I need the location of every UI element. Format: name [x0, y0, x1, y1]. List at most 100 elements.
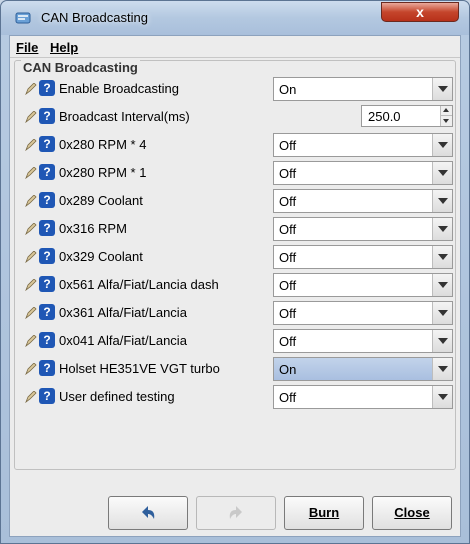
0x280-rpm-1-combo[interactable]: Off	[273, 161, 453, 185]
0x329-coolant-combo[interactable]: Off	[273, 245, 453, 269]
pencil-icon[interactable]	[25, 279, 37, 291]
redo-icon	[229, 506, 242, 519]
setting-row-0x561-dash: ? 0x561 Alfa/Fiat/Lancia dash Off	[15, 271, 455, 299]
help-icon[interactable]: ?	[39, 164, 55, 180]
chevron-down-icon[interactable]	[432, 162, 452, 184]
combo-value: Off	[279, 306, 297, 321]
panel-title: CAN Broadcasting	[21, 60, 140, 75]
combo-value: Off	[279, 222, 297, 237]
close-button[interactable]: Close	[372, 496, 452, 530]
redo-button[interactable]	[196, 496, 276, 530]
spinner-up-icon[interactable]	[440, 106, 452, 116]
pencil-icon[interactable]	[25, 251, 37, 263]
pencil-icon[interactable]	[25, 391, 37, 403]
pencil-icon[interactable]	[25, 363, 37, 375]
setting-row-0x289-coolant: ? 0x289 Coolant Off	[15, 187, 455, 215]
pencil-icon[interactable]	[25, 307, 37, 319]
0x561-dash-combo[interactable]: Off	[273, 273, 453, 297]
chevron-down-icon[interactable]	[432, 218, 452, 240]
combo-value: Off	[279, 250, 297, 265]
setting-label: 0x280 RPM * 4	[59, 137, 147, 152]
undo-button[interactable]	[108, 496, 188, 530]
setting-label: 0x041 Alfa/Fiat/Lancia	[59, 333, 187, 348]
setting-label: Holset HE351VE VGT turbo	[59, 361, 220, 376]
setting-row-enable-broadcasting: ? Enable Broadcasting On	[15, 75, 455, 103]
help-icon[interactable]: ?	[39, 276, 55, 292]
can-broadcasting-panel: CAN Broadcasting ? Enable Broadcasting O…	[14, 60, 456, 470]
setting-row-0x280-rpm-4: ? 0x280 RPM * 4 Off	[15, 131, 455, 159]
combo-value: Off	[279, 194, 297, 209]
burn-button[interactable]: Burn	[284, 496, 364, 530]
button-bar: Burn Close	[10, 476, 460, 536]
spinner-down-icon[interactable]	[440, 116, 452, 126]
0x041-combo[interactable]: Off	[273, 329, 453, 353]
pencil-icon[interactable]	[25, 83, 37, 95]
setting-label: Broadcast Interval(ms)	[59, 109, 190, 124]
chevron-down-icon[interactable]	[432, 190, 452, 212]
pencil-icon[interactable]	[25, 195, 37, 207]
setting-label: 0x289 Coolant	[59, 193, 143, 208]
user-defined-testing-combo[interactable]: Off	[273, 385, 453, 409]
combo-value: Off	[279, 138, 297, 153]
can-broadcasting-window: CAN Broadcasting x File Help CAN Broadca…	[0, 0, 470, 544]
setting-label: 0x361 Alfa/Fiat/Lancia	[59, 305, 187, 320]
setting-label: 0x561 Alfa/Fiat/Lancia dash	[59, 277, 219, 292]
chevron-down-icon[interactable]	[432, 134, 452, 156]
pencil-icon[interactable]	[25, 167, 37, 179]
0x316-rpm-combo[interactable]: Off	[273, 217, 453, 241]
spinner-value[interactable]: 250.0	[368, 109, 401, 124]
chevron-down-icon[interactable]	[432, 302, 452, 324]
pencil-icon[interactable]	[25, 335, 37, 347]
window-client-area: File Help CAN Broadcasting ? Enable Broa…	[9, 35, 461, 537]
combo-value: Off	[279, 278, 297, 293]
setting-label: User defined testing	[59, 389, 175, 404]
help-icon[interactable]: ?	[39, 248, 55, 264]
setting-label: 0x280 RPM * 1	[59, 165, 147, 180]
broadcast-interval-spinner[interactable]: 250.0	[361, 105, 453, 127]
help-icon[interactable]: ?	[39, 192, 55, 208]
combo-value: On	[279, 82, 297, 97]
help-icon[interactable]: ?	[39, 388, 55, 404]
combo-value: Off	[279, 390, 297, 405]
setting-row-0x041: ? 0x041 Alfa/Fiat/Lancia Off	[15, 327, 455, 355]
setting-label: 0x329 Coolant	[59, 249, 143, 264]
setting-row-0x280-rpm-1: ? 0x280 RPM * 1 Off	[15, 159, 455, 187]
0x289-coolant-combo[interactable]: Off	[273, 189, 453, 213]
pencil-icon[interactable]	[25, 223, 37, 235]
combo-value: On	[279, 362, 297, 377]
setting-row-0x316-rpm: ? 0x316 RPM Off	[15, 215, 455, 243]
undo-icon	[142, 506, 155, 519]
holset-turbo-combo[interactable]: On	[273, 357, 453, 381]
setting-label: 0x316 RPM	[59, 221, 127, 236]
menu-file[interactable]: File	[16, 40, 38, 55]
help-icon[interactable]: ?	[39, 80, 55, 96]
chevron-down-icon[interactable]	[432, 330, 452, 352]
chevron-down-icon[interactable]	[432, 274, 452, 296]
window-close-button[interactable]: x	[381, 2, 459, 22]
setting-label: Enable Broadcasting	[59, 81, 179, 96]
help-icon[interactable]: ?	[39, 360, 55, 376]
setting-row-user-defined: ? User defined testing Off	[15, 383, 455, 411]
chevron-down-icon[interactable]	[432, 386, 452, 408]
setting-row-holset-turbo: ? Holset HE351VE VGT turbo On	[15, 355, 455, 383]
combo-value: Off	[279, 334, 297, 349]
0x361-combo[interactable]: Off	[273, 301, 453, 325]
chevron-down-icon[interactable]	[432, 246, 452, 268]
0x280-rpm-4-combo[interactable]: Off	[273, 133, 453, 157]
pencil-icon[interactable]	[25, 111, 37, 123]
enable-broadcasting-combo[interactable]: On	[273, 77, 453, 101]
setting-row-broadcast-interval: ? Broadcast Interval(ms) 250.0	[15, 103, 455, 131]
window-title: CAN Broadcasting	[41, 10, 148, 25]
can-window-icon	[15, 12, 31, 24]
chevron-down-icon[interactable]	[432, 78, 452, 100]
help-icon[interactable]: ?	[39, 332, 55, 348]
help-icon[interactable]: ?	[39, 220, 55, 236]
help-icon[interactable]: ?	[39, 108, 55, 124]
help-icon[interactable]: ?	[39, 136, 55, 152]
setting-row-0x361: ? 0x361 Alfa/Fiat/Lancia Off	[15, 299, 455, 327]
menu-help[interactable]: Help	[50, 40, 78, 55]
help-icon[interactable]: ?	[39, 304, 55, 320]
title-bar[interactable]: CAN Broadcasting x	[1, 1, 469, 35]
chevron-down-icon[interactable]	[432, 358, 452, 380]
pencil-icon[interactable]	[25, 139, 37, 151]
